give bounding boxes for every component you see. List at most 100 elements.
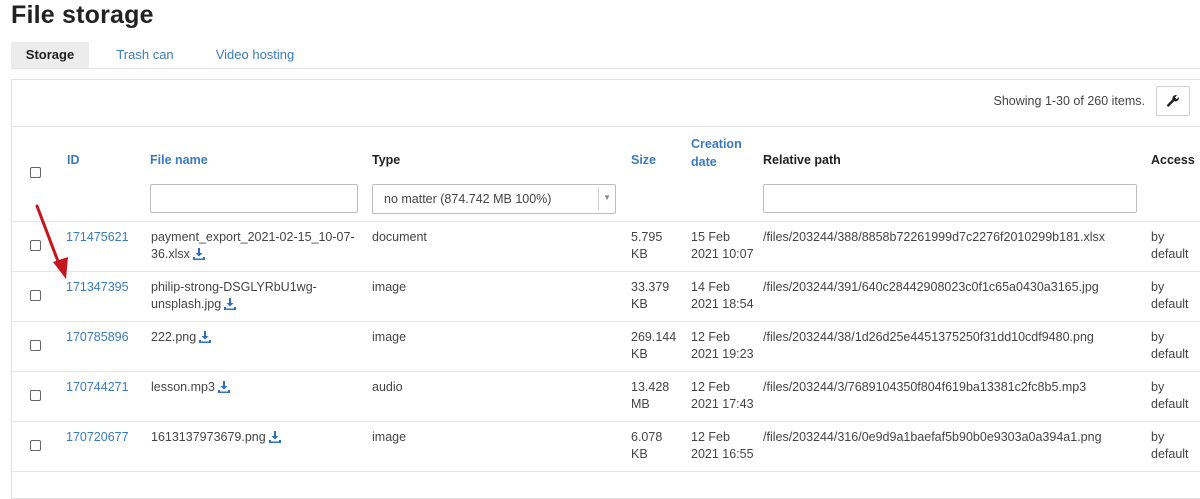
date-time: 2021 19:23 (691, 347, 754, 361)
access-line: by (1151, 230, 1165, 244)
row-checkbox[interactable] (30, 340, 41, 351)
date-time: 2021 18:54 (691, 297, 754, 311)
row-checkbox[interactable] (30, 440, 41, 451)
access-line: default (1151, 247, 1189, 261)
column-header-relative-path: Relative path (763, 153, 841, 167)
file-size-unit: KB (631, 347, 648, 361)
file-name-filter-input[interactable] (150, 184, 358, 213)
access-line: default (1151, 347, 1189, 361)
date-time: 2021 17:43 (691, 397, 754, 411)
access-line: by (1151, 380, 1165, 394)
file-creation-date: 12 Feb 2021 16:55 (691, 429, 761, 463)
file-id-link[interactable]: 170785896 (66, 329, 129, 346)
file-relative-path: /files/203244/38/1d26d25e4451375250f31dd… (763, 330, 1094, 344)
file-size-value: 33.379 (631, 280, 670, 294)
file-size-unit: KB (631, 247, 648, 261)
column-header-creation-date[interactable]: Creation date (691, 135, 751, 171)
column-header-id[interactable]: ID (67, 153, 80, 167)
file-creation-date: 14 Feb 2021 18:54 (691, 279, 761, 313)
file-size-unit: MB (631, 397, 650, 411)
file-type: document (372, 230, 427, 244)
file-id-link[interactable]: 170744271 (66, 379, 129, 396)
file-size-value: 13.428 (631, 380, 670, 394)
date-time: 2021 10:07 (691, 247, 754, 261)
file-size-value: 5.795 (631, 230, 663, 244)
date-time: 2021 16:55 (691, 447, 754, 461)
file-size: 33.379 KB (631, 279, 691, 313)
date-day: 12 Feb (691, 380, 730, 394)
tab-video-hosting[interactable]: Video hosting (207, 42, 303, 68)
column-header-access: Access (1151, 153, 1195, 167)
file-access: by default (1151, 229, 1200, 263)
wrench-icon (1167, 95, 1179, 107)
file-name-line: philip-strong-DSGLYRbU1wg- (151, 280, 317, 294)
file-size-value: 6.078 (631, 430, 663, 444)
file-name-line: 1613137973679.png (151, 430, 266, 444)
file-id-link[interactable]: 170720677 (66, 429, 129, 446)
column-header-size[interactable]: Size (631, 153, 656, 167)
caret-down-icon: ▼ (603, 193, 611, 202)
table-settings-button[interactable] (1156, 86, 1190, 116)
type-filter-selected-value: no matter (874.742 MB 100%) (384, 192, 552, 206)
download-icon[interactable] (224, 298, 237, 315)
download-icon[interactable] (192, 248, 205, 265)
file-name-line: 36.xlsx (151, 247, 190, 261)
file-name-line: unsplash.jpg (151, 297, 222, 311)
file-name: lesson.mp3 (151, 379, 356, 398)
divider (11, 371, 1200, 372)
select-all-checkbox[interactable] (30, 167, 41, 178)
file-relative-path: /files/203244/3/7689104350f804f619ba1338… (763, 380, 1087, 394)
file-relative-path: /files/203244/316/0e9d9a1baefaf5b90b0e93… (763, 430, 1102, 444)
download-icon[interactable] (217, 381, 230, 398)
file-creation-date: 12 Feb 2021 17:43 (691, 379, 761, 413)
file-type: image (372, 430, 407, 444)
access-line: by (1151, 430, 1165, 444)
file-name-line: payment_export_2021-02-15_10-07- (151, 230, 355, 244)
file-access: by default (1151, 279, 1200, 313)
file-size-unit: KB (631, 297, 648, 311)
items-summary: Showing 1-30 of 260 items. (993, 94, 1145, 108)
divider (11, 221, 1200, 222)
row-checkbox[interactable] (30, 390, 41, 401)
file-name: payment_export_2021-02-15_10-07- 36.xlsx (151, 229, 356, 265)
file-access: by default (1151, 379, 1200, 413)
divider (11, 471, 1200, 472)
column-header-file-name[interactable]: File name (150, 153, 208, 167)
file-relative-path: /files/203244/391/640c28442908023c0f1c65… (763, 280, 1099, 294)
file-access: by default (1151, 429, 1200, 463)
file-size: 269.144 KB (631, 329, 691, 363)
tab-bar: Storage Trash can Video hosting (11, 42, 1200, 69)
divider (598, 188, 599, 210)
relative-path-filter-input[interactable] (763, 184, 1137, 213)
file-type: image (372, 280, 407, 294)
file-name: philip-strong-DSGLYRbU1wg- unsplash.jpg (151, 279, 356, 315)
date-day: 15 Feb (691, 230, 730, 244)
date-day: 14 Feb (691, 280, 730, 294)
file-name-line: 222.png (151, 330, 197, 344)
tab-trash-can[interactable]: Trash can (105, 42, 185, 68)
tab-storage[interactable]: Storage (11, 42, 89, 68)
file-size-unit: KB (631, 447, 648, 461)
file-size: 5.795 KB (631, 229, 691, 263)
file-access: by default (1151, 329, 1200, 363)
date-day: 12 Feb (691, 330, 730, 344)
file-type: audio (372, 380, 403, 394)
page-title: File storage (11, 1, 154, 29)
divider (11, 321, 1200, 322)
date-day: 12 Feb (691, 430, 730, 444)
access-line: by (1151, 280, 1165, 294)
file-creation-date: 12 Feb 2021 19:23 (691, 329, 761, 363)
file-size: 13.428 MB (631, 379, 691, 413)
download-icon[interactable] (268, 431, 281, 448)
annotation-arrow-icon (35, 204, 68, 279)
download-icon[interactable] (199, 331, 212, 348)
type-filter-select[interactable]: no matter (874.742 MB 100%) ▼ (372, 184, 616, 214)
row-checkbox[interactable] (30, 290, 41, 301)
column-header-type: Type (372, 153, 401, 167)
file-size: 6.078 KB (631, 429, 691, 463)
file-size-value: 269.144 (631, 330, 677, 344)
file-name: 222.png (151, 329, 356, 348)
access-line: by (1151, 330, 1165, 344)
file-name: 1613137973679.png (151, 429, 356, 448)
file-name-line: lesson.mp3 (151, 380, 215, 394)
